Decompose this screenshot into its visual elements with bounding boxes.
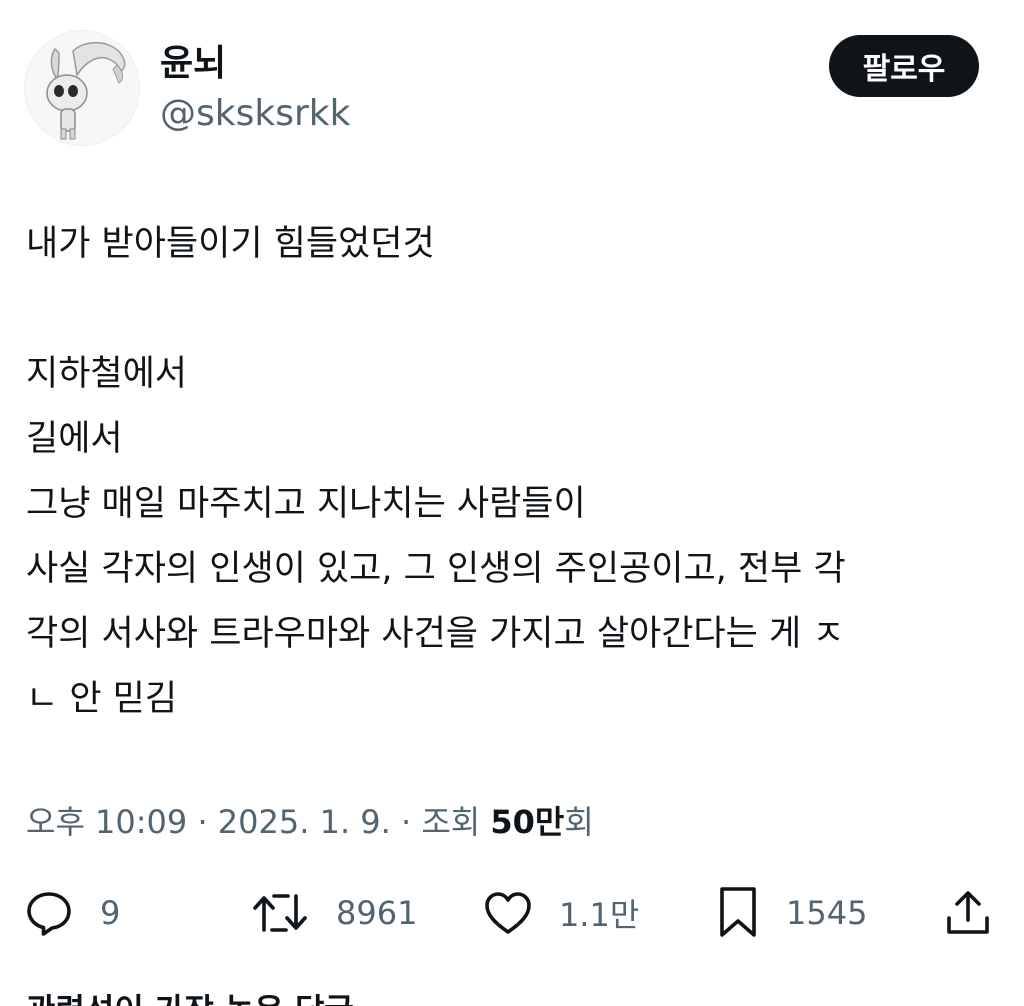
bunny-avatar-icon <box>25 31 139 145</box>
tweet-line: 그냥 매일 마주치고 지나치는 사람들이 <box>26 484 586 524</box>
views-label: 조회 <box>421 803 481 841</box>
reply-count: 9 <box>100 894 121 932</box>
like-icon <box>485 892 531 934</box>
tweet-header: 윤뇌 @sksksrkk 팔로우 <box>0 0 1024 160</box>
tweet-line <box>26 277 996 342</box>
meta-separator: · <box>390 803 422 841</box>
views-suffix: 회 <box>564 803 594 841</box>
tweet-line: 지하철에서 <box>26 354 188 394</box>
avatar[interactable] <box>24 30 140 146</box>
author-handle[interactable]: @sksksrkk <box>160 92 350 136</box>
share-button[interactable] <box>944 880 992 946</box>
tweet-text: 내가 받아들이기 힘들었던것 지하철에서 길에서 그냥 매일 마주치고 지나치는… <box>26 212 996 732</box>
tweet-line: 길에서 <box>26 419 123 459</box>
tweet-actions: 9 8961 1.1만 1545 <box>0 880 1024 946</box>
tweet-time[interactable]: 오후 10:09 <box>26 803 187 841</box>
tweet-page: 윤뇌 @sksksrkk 팔로우 내가 받아들이기 힘들었던것 지하철에서 길에… <box>0 0 1024 1006</box>
like-count: 1.1만 <box>559 896 640 934</box>
follow-button[interactable]: 팔로우 <box>829 35 979 97</box>
tweet-line: 사실 각자의 인생이 있고, 그 인생의 주인공이고, 전부 각 <box>26 549 846 589</box>
reply-icon <box>27 892 71 936</box>
views-count: 50만 <box>490 803 565 841</box>
tweet-line: ㄴ 안 믿김 <box>26 679 178 719</box>
retweet-button[interactable]: 8961 <box>250 880 417 946</box>
author-display-name[interactable]: 윤뇌 <box>160 40 226 88</box>
tweet-line: 각의 서사와 트라우마와 사건을 가지고 살아간다는 게 ㅈ <box>26 614 845 654</box>
meta-separator: · <box>187 803 218 841</box>
bookmark-button[interactable]: 1545 <box>716 880 867 946</box>
like-button[interactable]: 1.1만 <box>483 880 639 946</box>
reply-button[interactable]: 9 <box>24 880 120 946</box>
replies-section-heading: 관련성이 가장 높은 답글 <box>26 988 354 1006</box>
tweet-date[interactable]: 2025. 1. 9. <box>218 803 391 841</box>
tweet-meta: 오후 10:09 · 2025. 1. 9. · 조회 50만회 <box>26 796 594 848</box>
share-icon <box>947 891 989 934</box>
bookmark-icon <box>720 887 756 937</box>
bookmark-count: 1545 <box>786 894 868 932</box>
retweet-count: 8961 <box>336 894 418 932</box>
retweet-icon <box>253 894 307 932</box>
tweet-line: 내가 받아들이기 힘들었던것 <box>26 224 435 264</box>
